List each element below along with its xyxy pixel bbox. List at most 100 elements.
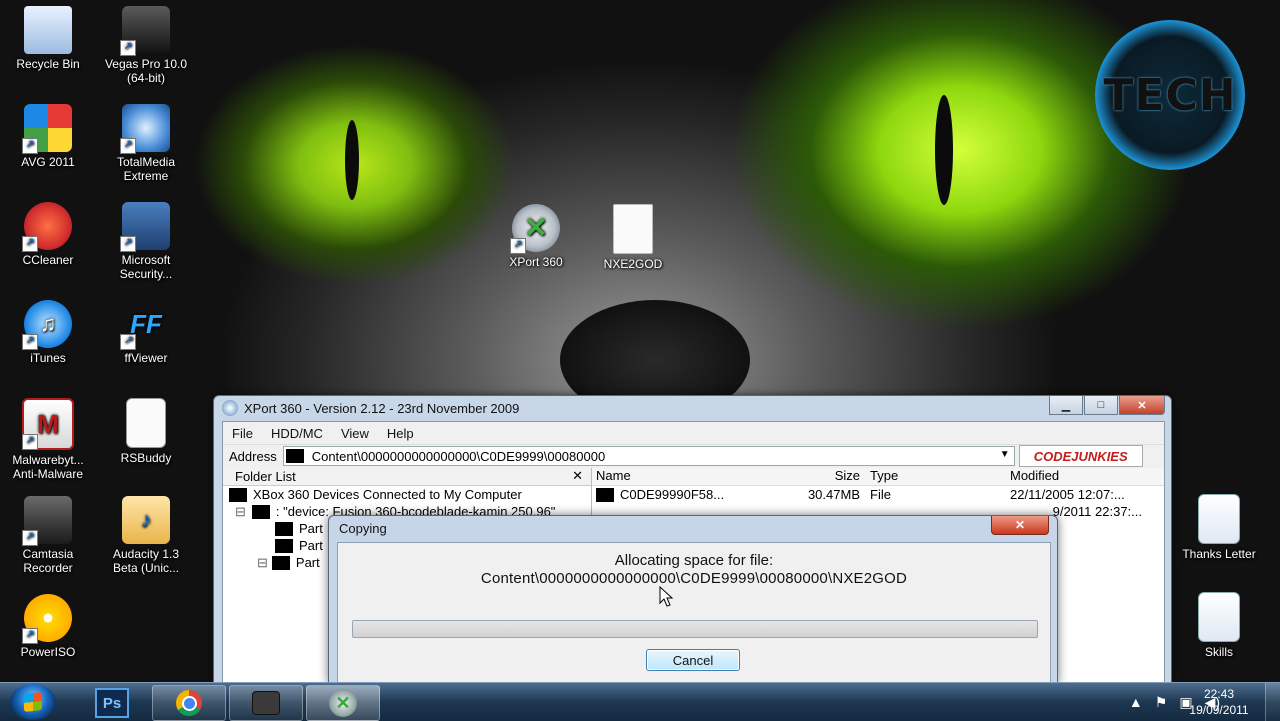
xport-titlebar[interactable]: XPort 360 - Version 2.12 - 23rd November…: [214, 396, 1171, 420]
column-type[interactable]: Type: [866, 468, 1006, 485]
taskbar: Ps ✕ ▲ ⚑ ▣ ◀) 22:43 19/09/2011: [0, 682, 1280, 721]
file-name: C0DE99990F58...: [620, 486, 725, 502]
xbox-icon: ✕: [329, 689, 357, 717]
action-center-flag-icon[interactable]: ⚑: [1155, 694, 1168, 711]
wallpaper-cat-right-pupil: [935, 95, 953, 205]
photoshop-icon: Ps: [95, 688, 129, 718]
shortcut-arrow-icon: ↗: [120, 138, 136, 154]
address-label: Address: [229, 448, 277, 464]
address-value: Content\0000000000000000\C0DE9999\000800…: [311, 448, 606, 464]
menu-file[interactable]: File: [223, 426, 262, 441]
shortcut-arrow-icon: ↗: [22, 236, 38, 252]
xport-app-icon: [222, 400, 238, 416]
desktop-icon-rsbuddy[interactable]: RSBuddy: [99, 398, 193, 465]
tree-item-label: Part: [299, 521, 323, 536]
partition-icon: [275, 538, 293, 553]
column-name[interactable]: Name: [592, 468, 726, 485]
desktop-icon-vegas-pro[interactable]: ↗ Vegas Pro 10.0 (64-bit): [99, 6, 193, 85]
close-button[interactable]: ✕: [1119, 396, 1165, 415]
column-modified[interactable]: Modified: [1006, 468, 1146, 485]
file-icon: [596, 488, 614, 503]
poweriso-disc-icon: ↗: [22, 594, 72, 644]
minimize-button[interactable]: ▁: [1049, 396, 1083, 415]
itunes-icon: ♫ ↗: [22, 300, 72, 350]
progress-bar: [352, 620, 1038, 638]
dialog-close-button[interactable]: ✕: [991, 516, 1049, 535]
tech-logo-text: TECH: [1103, 69, 1237, 121]
address-field[interactable]: Content\0000000000000000\C0DE9999\000800…: [282, 446, 1015, 466]
desktop-icon-label: Camtasia Recorder: [22, 547, 74, 575]
taskbar-xport-360[interactable]: ✕: [306, 685, 380, 721]
desktop-icon-microsoft-security[interactable]: ↗ Microsoft Security...: [99, 202, 193, 281]
desktop-icon-skills[interactable]: Skills: [1172, 592, 1266, 659]
shortcut-arrow-icon: ↗: [120, 236, 136, 252]
drive-icon: [285, 449, 304, 463]
taskbar-camtasia[interactable]: [229, 685, 303, 721]
windows-logo-icon: [24, 692, 42, 712]
java-file-icon: [126, 398, 166, 448]
collapse-icon[interactable]: ⊟: [235, 504, 246, 520]
chevron-down-icon[interactable]: ▼: [1000, 449, 1010, 460]
desktop-icon-label: Recycle Bin: [16, 57, 80, 71]
copying-dialog: Copying ✕ Allocating space for file: Con…: [328, 515, 1058, 684]
taskbar-chrome[interactable]: [152, 685, 226, 721]
clock[interactable]: 22:43 19/09/2011: [1184, 686, 1254, 718]
desktop-icon-label: Malwarebyt... Anti-Malware: [12, 453, 84, 481]
shortcut-arrow-icon: ↗: [120, 40, 136, 56]
tree-item-label: Part: [299, 538, 323, 553]
desktop-icon-ffviewer[interactable]: FF ↗ ffViewer: [99, 300, 193, 365]
close-pane-icon[interactable]: ✕: [572, 468, 583, 484]
totalmedia-icon: ↗: [120, 104, 170, 154]
desktop-icon-poweriso[interactable]: ↗ PowerISO: [1, 594, 95, 659]
avg-icon: ↗: [22, 104, 72, 154]
menu-view[interactable]: View: [332, 426, 378, 441]
blank-file-icon: [613, 204, 653, 254]
xport-title: XPort 360 - Version 2.12 - 23rd November…: [244, 400, 520, 416]
tree-item-label: Part: [295, 555, 320, 570]
tech-logo: TECH: [1095, 20, 1245, 170]
partition-icon: [275, 521, 293, 536]
malwarebytes-icon-glyph: M: [37, 409, 59, 439]
maximize-button[interactable]: □: [1084, 396, 1118, 415]
shortcut-arrow-icon: ↗: [22, 530, 38, 546]
file-size-cell: 30.47MB: [807, 487, 860, 502]
tree-item[interactable]: XBox 360 Devices Connected to My Compute…: [223, 486, 591, 503]
shortcut-arrow-icon: ↗: [22, 628, 38, 644]
desktop-icon-malwarebytes[interactable]: M ↗ Malwarebyt... Anti-Malware: [1, 398, 95, 481]
collapse-icon[interactable]: ⊟: [257, 555, 268, 571]
desktop-icon-ccleaner[interactable]: ↗ CCleaner: [1, 202, 95, 267]
show-desktop-button[interactable]: [1265, 683, 1280, 721]
start-button[interactable]: [10, 684, 56, 720]
desktop-icon-xport-360[interactable]: ✕ ↗ XPort 360: [489, 204, 583, 269]
desktop-icon-thanks-letter[interactable]: Thanks Letter: [1172, 494, 1266, 561]
show-hidden-icons-icon[interactable]: ▲: [1129, 694, 1143, 710]
ffviewer-icon: FF ↗: [120, 300, 170, 350]
taskbar-photoshop[interactable]: Ps: [75, 685, 149, 721]
desktop-icon-recycle-bin[interactable]: Recycle Bin: [1, 6, 95, 71]
audacity-folder-icon: ♪: [122, 496, 170, 544]
wallpaper-cat-left-pupil: [345, 120, 359, 200]
file-row[interactable]: C0DE99990F58... 30.47MB File 22/11/2005 …: [592, 486, 1164, 503]
column-size[interactable]: Size: [726, 468, 866, 485]
cancel-button[interactable]: Cancel: [646, 649, 740, 671]
desktop-icon-camtasia[interactable]: ↗ Camtasia Recorder: [1, 496, 95, 575]
chrome-icon: [176, 690, 202, 716]
desktop-icon-totalmedia[interactable]: ↗ TotalMedia Extreme: [99, 104, 193, 183]
codejunkies-logo-text: CODEJUNKIES: [1033, 448, 1128, 464]
menu-hdd-mc[interactable]: HDD/MC: [262, 426, 332, 441]
desktop-icon-label: Skills: [1204, 645, 1233, 659]
desktop-icon-nxe2god[interactable]: NXE2GOD: [586, 204, 680, 271]
audacity-icon-glyph: ♪: [140, 507, 152, 532]
desktop-icon-itunes[interactable]: ♫ ↗ iTunes: [1, 300, 95, 365]
desktop-icon-label: Thanks Letter: [1182, 547, 1256, 561]
shortcut-arrow-icon: ↗: [22, 434, 38, 450]
menu-help[interactable]: Help: [378, 426, 423, 441]
codejunkies-logo: CODEJUNKIES: [1018, 445, 1143, 467]
desktop-icon-label: Audacity 1.3 Beta (Unic...: [112, 547, 180, 575]
window-controls: ▁ □ ✕: [1048, 396, 1165, 415]
clock-time: 22:43: [1203, 687, 1235, 701]
dialog-title: Copying: [339, 521, 387, 536]
desktop-icon-label: XPort 360: [509, 255, 563, 269]
desktop-icon-audacity[interactable]: ♪ Audacity 1.3 Beta (Unic...: [99, 496, 193, 575]
desktop-icon-avg[interactable]: ↗ AVG 2011: [1, 104, 95, 169]
